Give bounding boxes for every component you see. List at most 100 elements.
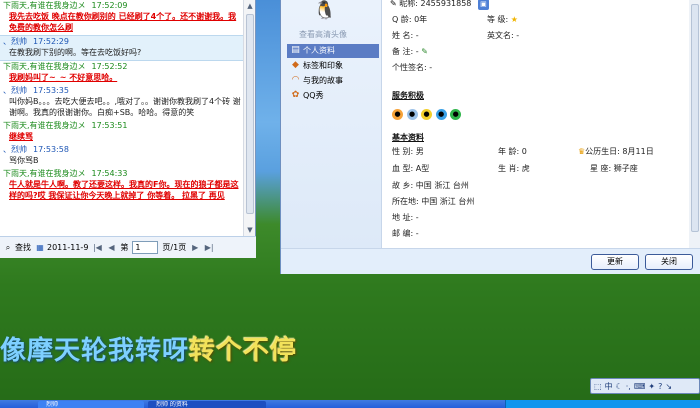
message-text: 在教我刷下别的啊。等在去吃饭好吗? [9,48,142,57]
blood-type-label: 血 型: [392,164,414,173]
chat-history-toolbar: ⌕ 查找 ▦ 2011-11-9 |◀ ◀ 第 1 页/1页 ▶ ▶| [0,236,256,258]
qq-game-icon[interactable]: ● [392,109,403,120]
rainbow-icon: ◠ [291,75,300,85]
menu-icon[interactable]: ↘ [665,382,672,391]
profile-scrollbar[interactable] [689,0,700,248]
qq-pet-icon[interactable]: ● [421,109,433,120]
message-sender[interactable]: 下雨天,有谁在我身边メ [3,121,86,130]
q-age-value: 0年 [414,15,428,24]
nav-item-0[interactable]: ▤ 个人资料 [287,44,379,58]
qq-show-icon: ✿ [291,90,300,100]
find-button[interactable]: ⌕ 查找 [3,242,31,253]
english-name-label: 英文名: [487,31,514,40]
chat-message: 下雨天,有谁在我身边メ 17:54:33 牛人就是牛人啊。教了还要这样。我真的F你。… [0,168,244,203]
name-label: 姓 名: [392,31,414,40]
refresh-button[interactable]: 更新 [591,254,639,270]
message-sender[interactable]: 、烈帅 [3,37,27,46]
chat-scroll-thumb[interactable] [246,14,254,214]
qq-zone-icon[interactable]: ● [435,109,447,120]
chat-message: 、烈帅 17:53:35 叫你妈B。。。去吃大便去吧。。,哦对了。。谢谢你教我刷了4… [0,85,244,120]
view-hd-avatar-link[interactable]: 查看高清头像 [299,29,347,40]
qq-farm-icon[interactable]: ● [450,109,462,120]
zodiac-value: 虎 [521,164,530,173]
close-button[interactable]: 关闭 [645,254,693,270]
last-page-icon[interactable]: ▶| [204,243,214,253]
lyrics-sung: 像摩天轮我转呀 [0,336,190,366]
name-row: 姓 名: - [392,30,419,42]
next-page-icon[interactable]: ▶ [190,243,200,253]
nav-item-label: 标签和印象 [303,61,343,70]
location-value: 中国 浙江 台州 [421,197,475,206]
chat-message: 下雨天,有谁在我身边メ 17:52:09 我先去吃饭 晚点在教你刷别的 已经刷了4个… [0,0,244,35]
chat-message: 下雨天,有谁在我身边メ 17:52:52 我刷妈叫了~_~ 不好意思哈。 [0,61,244,85]
first-page-icon[interactable]: |◀ [92,243,102,253]
basic-info-section-title: 基本资料 [392,133,424,142]
nav-item-3[interactable]: ✿ QQ秀 [287,89,379,103]
message-sender[interactable]: 、烈帅 [3,86,27,95]
constellation-row: 星 座: 狮子座 [590,163,638,175]
message-header: 下雨天,有谁在我身边メ 17:53:51 [3,120,241,131]
message-text: 我先去吃饭 晚点在教你刷别的 已经刷了4个了。还不谢谢我。我免费的教你怎么刷 [9,12,237,32]
birthday-value: 8月11日 [622,147,654,156]
chat-history-window: 下雨天,有谁在我身边メ 17:52:09 我先去吃饭 晚点在教你刷别的 已经刷了4个… [0,0,256,258]
ime-mode[interactable]: 中 [605,381,613,392]
nav-item-1[interactable]: ◆ 标签和印象 [287,59,379,73]
taskbar-item-chat[interactable]: 烈帅 [38,401,144,408]
message-time: 17:53:51 [91,121,128,130]
nav-item-2[interactable]: ◠ 与我的故事 [287,74,379,88]
chat-scrollbar[interactable]: ▲ ▼ [243,0,255,236]
constellation-value: 狮子座 [613,164,638,173]
remark-value: - [415,47,419,56]
address-row: 地 址: - [392,212,419,224]
nickname-label: 昵称: [399,0,418,8]
help-icon[interactable]: ? [658,382,662,391]
taskbar-item-profile[interactable]: 烈帅 的资料 [148,401,266,408]
punctuation-icon[interactable]: ·, [626,382,631,391]
age-value: 0 [521,147,527,156]
chat-message: 、烈帅 17:52:29 在教我刷下别的啊。等在去吃饭好吗? [0,35,244,61]
signature-label: 个性签名: [392,63,427,72]
lyrics-rest: 转个不停 [189,336,298,366]
tools-icon[interactable]: ✦ [648,382,655,391]
message-time: 17:52:09 [91,1,128,10]
english-name-value: - [516,31,520,40]
scroll-down-icon[interactable]: ▼ [244,224,256,236]
ime-logo-icon: ⬚ [594,381,602,391]
prev-page-icon[interactable]: ◀ [106,243,116,253]
message-sender[interactable]: 下雨天,有谁在我身边メ [3,169,86,178]
page-number-input[interactable]: 1 [132,241,159,254]
q-age-row: Q 龄: 0年 [392,14,427,26]
message-sender[interactable]: 、烈帅 [3,145,27,154]
keyboard-icon[interactable]: ⌨ [634,382,646,391]
message-text: 继续骂 [9,132,33,141]
nav-item-label: 与我的故事 [303,76,343,85]
constellation-label: 星 座: [590,164,612,173]
ime-toolbar[interactable]: ⬚ 中 ☾ ·, ⌨ ✦ ? ↘ [590,378,700,394]
edit-remark-icon[interactable]: ✎ [421,47,428,56]
message-header: 、烈帅 17:53:35 [3,85,241,96]
signature-value: - [429,63,433,72]
message-header: 下雨天,有谁在我身边メ 17:54:33 [3,168,241,179]
date-picker-button[interactable]: ▦ 2011-11-9 [35,243,88,253]
message-sender[interactable]: 下雨天,有谁在我身边メ [3,1,86,10]
message-time: 17:52:52 [91,62,128,71]
scroll-up-icon[interactable]: ▲ [244,0,256,12]
message-text: 牛人就是牛人啊。教了还要这样。我真的F你。现在的狼子都是这样的吗?哎 我保证让你… [9,180,239,200]
qq-music-icon[interactable]: ● [406,109,418,120]
message-sender[interactable]: 下雨天,有谁在我身边メ [3,62,86,71]
name-value: - [415,31,419,40]
service-icons-row: ● ● ● ● ● [392,108,462,120]
q-age-label: Q 龄: [392,15,412,24]
qq-penguin-avatar[interactable]: 🐧 [313,0,337,22]
remark-label: 备 注: [392,47,414,56]
moon-icon[interactable]: ☾ [616,382,623,391]
nickname-row: ✎ 昵称: 2455931858 ▣ [390,0,490,10]
level-label: 等 级: [487,15,509,24]
birthday-label: 公历生日: [585,147,620,156]
profile-sidebar: 🐧 查看高清头像 ▤ 个人资料 ◆ 标签和印象 ◠ 与我的故事 ✿ QQ秀 [281,0,381,248]
english-name-row: 英文名: - [487,30,519,42]
profile-scroll-thumb[interactable] [691,4,699,232]
hometown-label: 故 乡: [392,181,414,190]
page-suffix-label: 页/1页 [162,243,187,252]
tag-icon: ◆ [292,60,299,70]
